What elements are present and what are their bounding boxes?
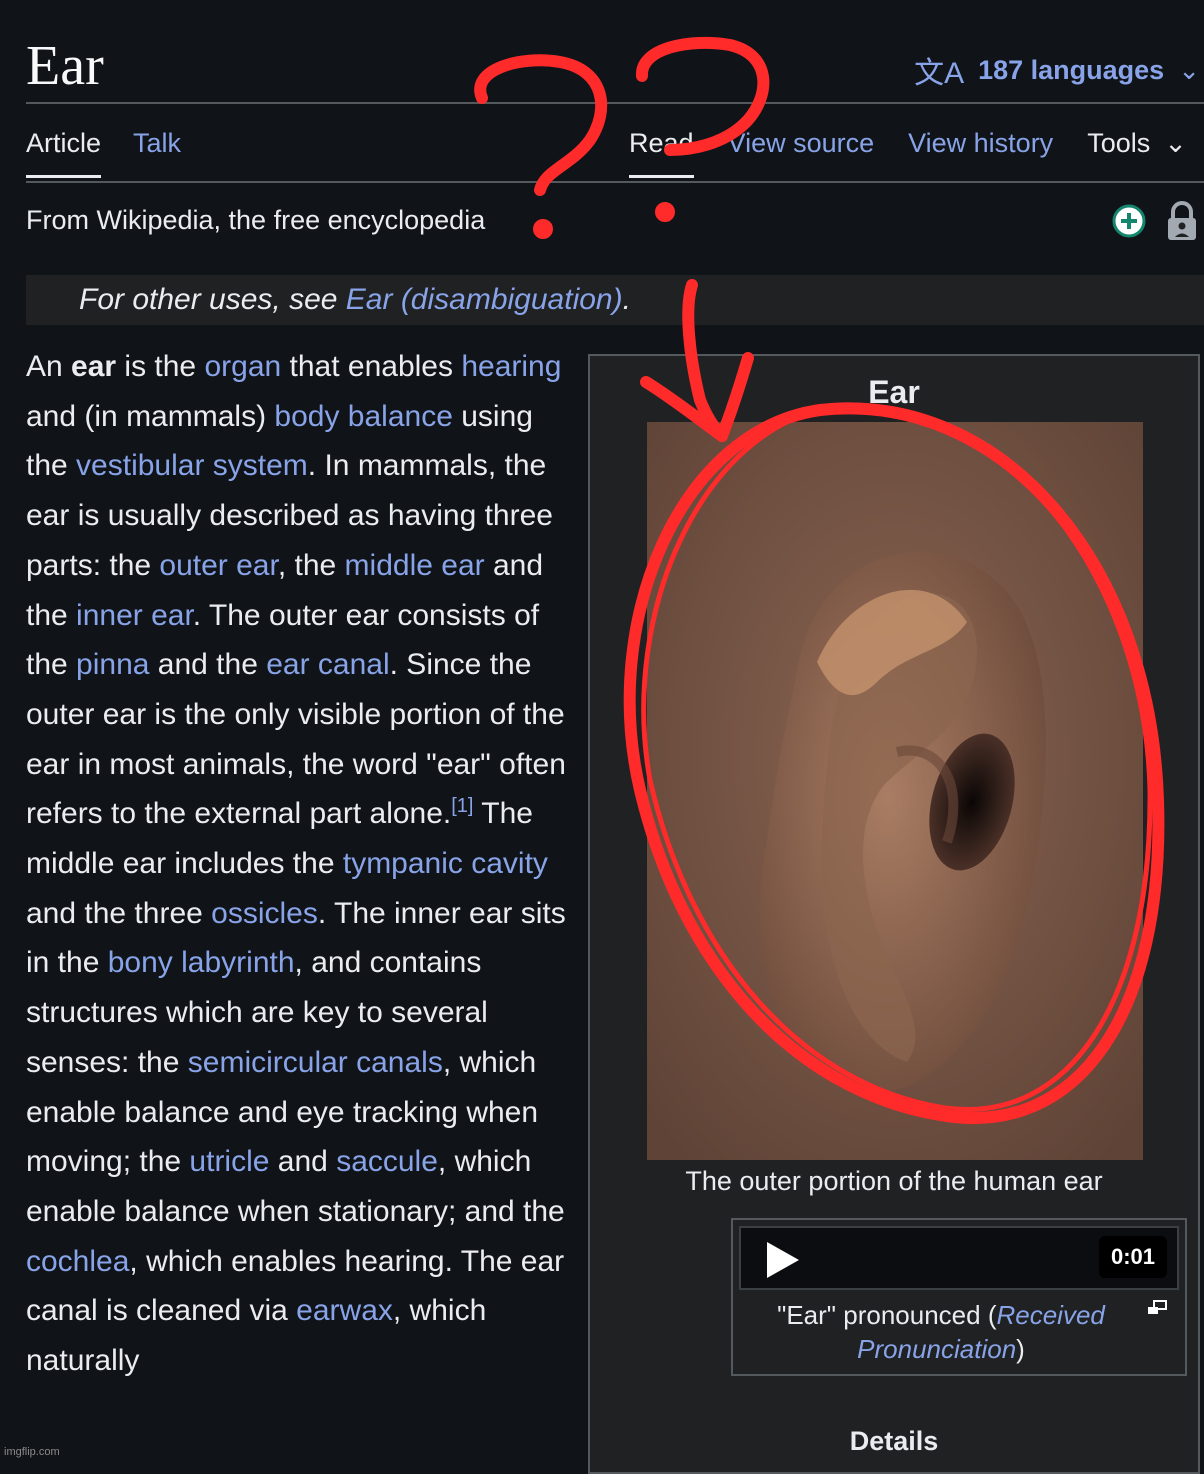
- audio-player[interactable]: 0:01: [739, 1226, 1179, 1290]
- article-link[interactable]: cochlea: [26, 1245, 129, 1278]
- hatnote: For other uses, see Ear (disambiguation)…: [26, 275, 1204, 325]
- tab-read[interactable]: Read: [629, 128, 694, 178]
- body-text-run: and: [269, 1145, 337, 1179]
- chevron-down-icon: ⌄: [1164, 128, 1187, 158]
- infobox: Ear The outer portion of the human ear 0…: [588, 354, 1200, 1474]
- ear-photo[interactable]: [647, 422, 1143, 1160]
- title-divider: [26, 102, 1204, 104]
- imgflip-watermark: imgflip.com: [4, 1446, 60, 1458]
- hatnote-suffix: .: [622, 283, 631, 316]
- question-mark-1-dot: [533, 219, 553, 239]
- question-mark-1: [474, 54, 608, 196]
- article-link[interactable]: earwax: [296, 1294, 393, 1327]
- article-link[interactable]: middle ear: [345, 549, 485, 582]
- tab-article[interactable]: Article: [26, 128, 102, 178]
- body-text-run: is the: [116, 350, 205, 383]
- translate-icon: 文A: [914, 57, 965, 90]
- article-link[interactable]: semicircular canals: [188, 1046, 443, 1079]
- article-link[interactable]: outer ear: [159, 549, 277, 582]
- language-selector[interactable]: 文A 187 languages ⌄: [914, 48, 1200, 92]
- article-link[interactable]: vestibular system: [76, 449, 308, 482]
- tools-menu[interactable]: Tools ⌄: [1087, 128, 1187, 159]
- article-link[interactable]: saccule: [336, 1145, 438, 1178]
- audio-duration: 0:01: [1098, 1236, 1167, 1278]
- play-icon[interactable]: [765, 1240, 801, 1285]
- audio-caption-suffix: ): [1016, 1334, 1025, 1364]
- expand-icon[interactable]: [1147, 1300, 1167, 1321]
- infobox-title: Ear: [868, 374, 920, 410]
- body-text-run: , the: [277, 548, 345, 582]
- article-lead-paragraph: An ear is the organ that enables hearing…: [26, 342, 566, 1386]
- chevron-down-icon: ⌄: [1178, 54, 1200, 85]
- article-link[interactable]: organ: [204, 350, 281, 383]
- article-link[interactable]: bony labyrinth: [108, 946, 295, 979]
- article-link[interactable]: inner ear: [76, 599, 193, 632]
- article-link[interactable]: ear canal: [266, 648, 389, 681]
- tab-view-source[interactable]: View source: [728, 128, 875, 175]
- audio-caption-prefix: "Ear" pronounced (: [777, 1300, 997, 1330]
- article-link[interactable]: ossicles: [211, 897, 318, 930]
- body-text-run: and (in mammals): [26, 399, 275, 433]
- lock-icon[interactable]: [1166, 200, 1198, 247]
- article-link[interactable]: utricle: [189, 1145, 269, 1178]
- languages-label: 187 languages: [978, 54, 1165, 85]
- infobox-details-heading: Details: [849, 1426, 939, 1456]
- add-to-watchlist-icon[interactable]: [1112, 204, 1146, 243]
- body-text-run: that enables: [281, 350, 462, 383]
- pronunciation-audio: 0:01 "Ear" pronounced (Received Pronunci…: [731, 1218, 1187, 1376]
- article-link[interactable]: body balance: [274, 400, 452, 433]
- body-text-run: An: [26, 350, 72, 383]
- audio-caption: "Ear" pronounced (Received Pronunciation…: [757, 1298, 1125, 1366]
- disambiguation-link[interactable]: Ear (disambiguation): [346, 283, 623, 316]
- tabs-divider: [26, 181, 1204, 183]
- article-link[interactable]: tympanic cavity: [343, 847, 548, 880]
- tagline: From Wikipedia, the free encyclopedia: [26, 205, 486, 235]
- body-text-run: and the three: [26, 896, 212, 930]
- tab-view-history[interactable]: View history: [908, 128, 1053, 175]
- bold-term: ear: [71, 350, 117, 383]
- body-text-run: and the: [149, 648, 267, 682]
- article-link[interactable]: pinna: [76, 648, 149, 681]
- tab-talk[interactable]: Talk: [133, 128, 181, 178]
- infobox-image-caption: The outer portion of the human ear: [685, 1166, 1103, 1196]
- page-title: Ear: [26, 35, 104, 97]
- hatnote-prefix: For other uses, see: [79, 283, 346, 316]
- question-mark-2-dot: [655, 202, 675, 222]
- tools-label: Tools: [1087, 128, 1151, 158]
- article-link[interactable]: hearing: [461, 350, 561, 383]
- citation-link[interactable]: [1]: [451, 795, 473, 817]
